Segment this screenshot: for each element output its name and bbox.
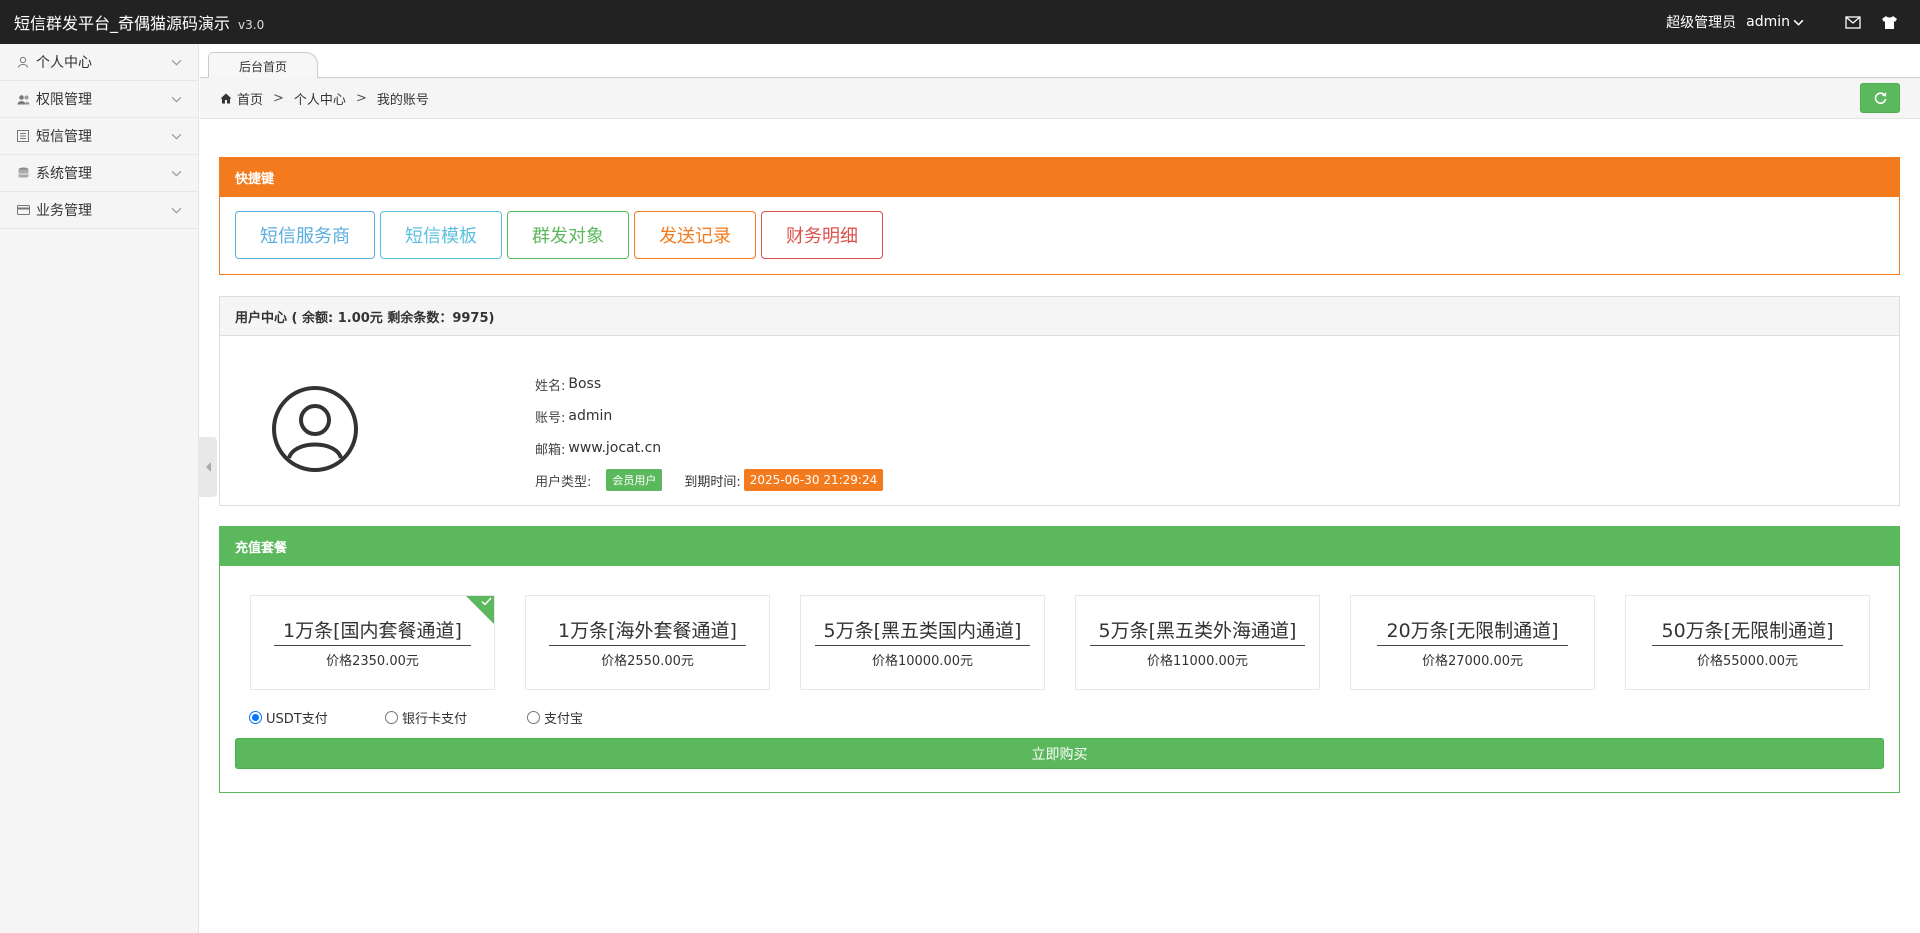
recharge-panel: 充值套餐 1万条[国内套餐通道] 价格2350.00元 1万条[海外套餐通道] …: [219, 526, 1900, 793]
username: admin: [1746, 14, 1790, 30]
package-price: 价格2350.00元: [326, 654, 419, 669]
breadcrumb-current: 我的账号: [376, 92, 429, 108]
user-type-row: 用户类型: 会员用户 到期时间: 2025-06-30 21:29:24: [535, 464, 884, 496]
sidebar-item-sms[interactable]: 短信管理: [0, 118, 198, 155]
quick-sms-template-button[interactable]: 短信模板: [380, 211, 502, 259]
package-name: 1万条[国内套餐通道]: [274, 616, 471, 646]
top-header: 短信群发平台_奇偶猫源码演示 v3.0 超级管理员 admin: [0, 0, 1920, 44]
user-center-panel: 用户中心 ( 余额: 1.00元 剩余条数：9975) 姓名: Boss 账号:…: [219, 296, 1900, 506]
buy-now-button[interactable]: 立即购买: [235, 738, 1884, 769]
sidebar-item-label: 权限管理: [36, 92, 92, 108]
quick-panel: 快捷键 短信服务商 短信模板 群发对象 发送记录 财务明细: [219, 157, 1900, 275]
user-type-badge: 会员用户: [606, 469, 663, 491]
pay-bank-radio[interactable]: [385, 711, 398, 724]
chevron-down-icon: [171, 96, 182, 103]
package-price: 价格11000.00元: [1146, 654, 1249, 669]
payment-options: USDT支付 银行卡支付 支付宝: [249, 708, 583, 727]
sidebar-item-personal[interactable]: 个人中心: [0, 44, 198, 81]
package-name: 5万条[黑五类外海通道]: [1089, 616, 1306, 646]
home-icon: [220, 93, 232, 104]
user-name-row: 姓名: Boss: [535, 376, 602, 394]
package-list: 1万条[国内套餐通道] 价格2350.00元 1万条[海外套餐通道] 价格255…: [250, 595, 1870, 690]
pay-alipay-radio[interactable]: [527, 711, 540, 724]
package-name: 50万条[无限制通道]: [1652, 616, 1843, 646]
quick-sms-provider-button[interactable]: 短信服务商: [235, 211, 375, 259]
package-name: 5万条[黑五类国内通道]: [814, 616, 1031, 646]
recharge-title: 充值套餐: [220, 527, 1899, 566]
pay-usdt-option[interactable]: USDT支付: [249, 708, 385, 727]
chevron-down-icon: [171, 170, 182, 177]
header-right: 超级管理员 admin: [1666, 0, 1920, 44]
breadcrumb-separator: >: [355, 90, 367, 106]
package-name: 1万条[海外套餐通道]: [549, 616, 746, 646]
expire-badge: 2025-06-30 21:29:24: [743, 469, 884, 491]
chevron-down-icon: [171, 207, 182, 214]
sidebar-item-business[interactable]: 业务管理: [0, 192, 198, 229]
sidebar-item-label: 个人中心: [36, 55, 92, 71]
package-price: 价格2550.00元: [601, 654, 694, 669]
package-card[interactable]: 50万条[无限制通道] 价格55000.00元: [1625, 595, 1870, 690]
app-brand: 短信群发平台_奇偶猫源码演示 v3.0: [0, 10, 264, 34]
chevron-down-icon: [1793, 19, 1804, 26]
chevron-down-icon: [171, 133, 182, 140]
tshirt-icon: [1881, 15, 1897, 29]
package-card[interactable]: 20万条[无限制通道] 价格27000.00元: [1350, 595, 1595, 690]
main-content: 后台首页 首页 > 个人中心 > 我的账号 快捷键 短信服务商 短信模板 群发对…: [200, 44, 1920, 933]
card-icon: [16, 203, 30, 217]
sidebar-item-system[interactable]: 系统管理: [0, 155, 198, 192]
mail-icon: [1845, 15, 1861, 29]
user-icon: [16, 55, 30, 69]
package-price: 价格55000.00元: [1696, 654, 1799, 669]
app-version: v3.0: [238, 18, 265, 32]
sidebar: 个人中心 权限管理 短信管理 系统管理 业务管理: [0, 44, 199, 933]
sidebar-item-label: 系统管理: [36, 166, 92, 182]
user-email-row: 邮箱: www.jocat.cn: [535, 440, 662, 458]
quick-panel-title: 快捷键: [220, 158, 1899, 197]
avatar-icon: [272, 386, 358, 472]
user-info: 姓名: Boss 账号: admin 邮箱: www.jocat.cn 用户类型…: [535, 368, 884, 496]
app-title: 短信群发平台_奇偶猫源码演示: [14, 14, 231, 33]
package-card[interactable]: 5万条[黑五类外海通道] 价格11000.00元: [1075, 595, 1320, 690]
sidebar-item-label: 短信管理: [36, 129, 92, 145]
mail-button[interactable]: [1844, 13, 1862, 31]
pay-bank-option[interactable]: 银行卡支付: [385, 708, 527, 727]
sidebar-item-permissions[interactable]: 权限管理: [0, 81, 198, 118]
quick-finance-button[interactable]: 财务明细: [761, 211, 883, 259]
quick-recipients-button[interactable]: 群发对象: [507, 211, 629, 259]
quick-send-log-button[interactable]: 发送记录: [634, 211, 756, 259]
user-role: 超级管理员: [1666, 15, 1737, 31]
package-card[interactable]: 5万条[黑五类国内通道] 价格10000.00元: [800, 595, 1045, 690]
refresh-icon: [1874, 91, 1886, 104]
users-icon: [16, 92, 30, 106]
user-email: www.jocat.cn: [568, 440, 662, 456]
list-icon: [16, 129, 30, 143]
user-center-body: 姓名: Boss 账号: admin 邮箱: www.jocat.cn 用户类型…: [220, 336, 1899, 506]
package-name: 20万条[无限制通道]: [1377, 616, 1568, 646]
package-price: 价格27000.00元: [1421, 654, 1524, 669]
breadcrumb-personal[interactable]: 个人中心: [294, 89, 346, 108]
breadcrumb: 首页 > 个人中心 > 我的账号: [200, 78, 1920, 119]
package-card[interactable]: 1万条[国内套餐通道] 价格2350.00元: [250, 595, 495, 690]
refresh-button[interactable]: [1860, 83, 1900, 113]
user-center-title: 用户中心 ( 余额: 1.00元 剩余条数：9975): [220, 297, 1899, 336]
expire-label: 到期时间:: [684, 474, 741, 490]
pay-usdt-radio[interactable]: [249, 711, 262, 724]
database-icon: [16, 166, 30, 180]
theme-button[interactable]: [1880, 13, 1898, 31]
tab-bar: 后台首页: [200, 44, 1920, 79]
tab-home[interactable]: 后台首页: [208, 52, 318, 79]
breadcrumb-separator: >: [273, 90, 284, 106]
sidebar-item-label: 业务管理: [36, 203, 92, 219]
chevron-down-icon: [171, 59, 182, 66]
breadcrumb-home[interactable]: 首页: [237, 89, 263, 108]
user-account: admin: [568, 408, 613, 424]
quick-buttons: 短信服务商 短信模板 群发对象 发送记录 财务明细: [220, 197, 1899, 273]
check-icon: [481, 597, 492, 606]
user-name: Boss: [568, 376, 602, 392]
user-menu[interactable]: admin: [1746, 14, 1804, 30]
pay-alipay-option[interactable]: 支付宝: [527, 708, 583, 727]
package-price: 价格10000.00元: [871, 654, 974, 669]
user-account-row: 账号: admin: [535, 408, 613, 426]
package-card[interactable]: 1万条[海外套餐通道] 价格2550.00元: [525, 595, 770, 690]
